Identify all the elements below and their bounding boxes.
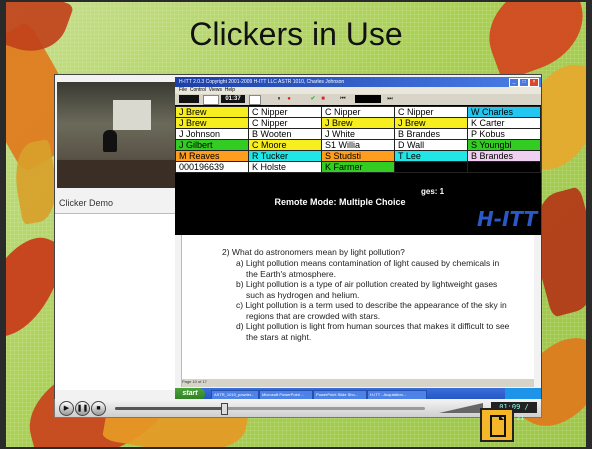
responses-label: ges: 1 [421, 187, 445, 196]
page-indicator: Page 10 of 17 [182, 379, 207, 384]
menu-file[interactable]: File [179, 87, 187, 93]
roster-cell: 000196639 [175, 161, 249, 173]
roster-cell: J Brew [175, 106, 249, 118]
roster-cell: K Carter [467, 117, 541, 129]
mode-status-panel: ges: 1 Remote Mode: Multiple Choice H-IT… [175, 187, 541, 235]
hitt-app-window: H-ITT 2.0.3 Copyright 2001-2009 H-ITT LL… [175, 77, 541, 235]
remote-mode-label: Remote Mode: Multiple Choice [274, 197, 406, 207]
rewind-icon[interactable]: ⏮ [335, 95, 351, 103]
roster-cell: D Wall [394, 139, 468, 151]
clicker-demo-label: Clicker Demo [59, 198, 114, 208]
roster-cell: R Tucker [248, 150, 322, 162]
seek-thumb[interactable] [220, 403, 228, 415]
roster-cell: T Lee [394, 150, 468, 162]
roster-row: M Reaves R Tucker S Studsti T Lee B Brandes [175, 150, 541, 162]
play-button[interactable]: ▶ [59, 401, 74, 416]
slide-title: Clickers in Use [189, 16, 403, 52]
check-icon[interactable]: ✔ [309, 95, 317, 103]
roster-cell: P Kobus [467, 128, 541, 140]
video-thumbnail[interactable] [57, 82, 175, 188]
roster-cell: J Johnson [175, 128, 249, 140]
progress-bar [355, 95, 381, 103]
roster-cell: C Nipper [394, 106, 468, 118]
answer-line: such as hydrogen and helium. [246, 289, 360, 300]
media-player-controls: ▶ ❚❚ ■ 01:09 / 03:21 [54, 399, 542, 422]
color-icon[interactable]: ■ [319, 95, 327, 103]
roster-cell: B Wooten [248, 128, 322, 140]
roster-cell: S Studsti [321, 150, 395, 162]
app-titlebar: H-ITT 2.0.3 Copyright 2001-2009 H-ITT LL… [175, 77, 541, 87]
forward-icon[interactable]: ⏭ [383, 95, 397, 103]
hitt-logo: H-ITT [477, 207, 538, 231]
roster-cell: J White [321, 128, 395, 140]
roster-cell: S Youngbl [467, 139, 541, 151]
roster-row: J Gilbert C Moore S1 Willia D Wall S Youngbl [175, 139, 541, 151]
roster-cell [394, 161, 468, 173]
roster-row: J Brew C Nipper J Brew J Brew K Carter [175, 117, 541, 129]
roster-cell: M Reaves [175, 150, 249, 162]
maximize-button[interactable]: □ [519, 78, 529, 87]
stop-button[interactable]: ■ [91, 401, 106, 416]
roster-cell: K Holste [248, 161, 322, 173]
question-text: 2) What do astronomers mean by light pol… [222, 247, 405, 257]
timer-display: 01:37 [221, 95, 245, 103]
close-button[interactable]: × [529, 78, 539, 87]
slide: Clickers in Use Clicker Demo H-ITT 2.0.3… [6, 2, 586, 447]
roster-cell: K Farmer [321, 161, 395, 173]
record-icon[interactable]: ● [285, 95, 293, 103]
answer-line: d) Light pollution is light from human s… [236, 321, 510, 331]
roster-cell: B Brandes [394, 128, 468, 140]
app-toolbar: 01:37 ⏸ ● ✔ ■ ⏮ ⏭ [175, 94, 541, 105]
pause-icon[interactable]: ⏸ [275, 95, 283, 103]
roster-cell: J Brew [394, 117, 468, 129]
seek-bar-fill [115, 407, 224, 410]
answer-line: a) Light pollution means contamination o… [236, 258, 500, 268]
answer-line: the stars at night. [246, 331, 312, 342]
document-statusbar: Page 10 of 17 [182, 379, 534, 387]
answer-list: a) Light pollution means contamination o… [236, 258, 516, 342]
roster-cell: B Brandes [467, 150, 541, 162]
roster-cell: J Brew [175, 117, 249, 129]
menu-help[interactable]: Help [225, 87, 235, 93]
screenshot-window: Clicker Demo H-ITT 2.0.3 Copyright 2001-… [54, 74, 542, 401]
roster-row: J Johnson B Wooten J White B Brandes P Kobus [175, 128, 541, 140]
pause-button[interactable]: ❚❚ [75, 401, 90, 416]
roster-cell: C Nipper [248, 106, 322, 118]
roster-cell: C Moore [248, 139, 322, 151]
tool-icon[interactable] [249, 95, 261, 105]
menu-views[interactable]: Views [209, 87, 222, 93]
roster-cell: J Gilbert [175, 139, 249, 151]
side-panel [55, 213, 175, 390]
counter-display [179, 95, 199, 103]
roster-row: 000196639 K Holste K Farmer [175, 161, 541, 173]
minimize-button[interactable]: _ [509, 78, 519, 87]
roster-grid: J Brew C Nipper C Nipper C Nipper W Charles J… [175, 106, 541, 173]
roster-cell [467, 161, 541, 173]
volume-slider[interactable] [439, 403, 483, 413]
seek-bar[interactable] [115, 407, 425, 410]
roster-cell: C Nipper [248, 117, 322, 129]
app-menubar: File Control Views Help [175, 87, 541, 94]
roster-cell: C Nipper [321, 106, 395, 118]
app-title: H-ITT 2.0.3 Copyright 2001-2009 H-ITT LL… [179, 79, 345, 85]
answer-line: regions that are crowded with stars. [246, 310, 381, 321]
mode-box[interactable] [203, 95, 219, 105]
roster-cell: S1 Willia [321, 139, 395, 151]
roster-row: J Brew C Nipper C Nipper C Nipper W Charles [175, 106, 541, 118]
roster-cell: J Brew [321, 117, 395, 129]
answer-line: b) Light pollution is a type of air poll… [236, 279, 498, 289]
document-icon[interactable] [480, 408, 514, 442]
menu-control[interactable]: Control [190, 87, 206, 93]
roster-table: J Brew C Nipper C Nipper C Nipper W Charles J… [175, 106, 541, 173]
answer-line: c) Light pollution is a term used to des… [236, 300, 507, 310]
document-view: 2) What do astronomers mean by light pol… [181, 235, 534, 387]
answer-line: the Earth's atmosphere. [246, 268, 336, 279]
roster-cell: W Charles [467, 106, 541, 118]
